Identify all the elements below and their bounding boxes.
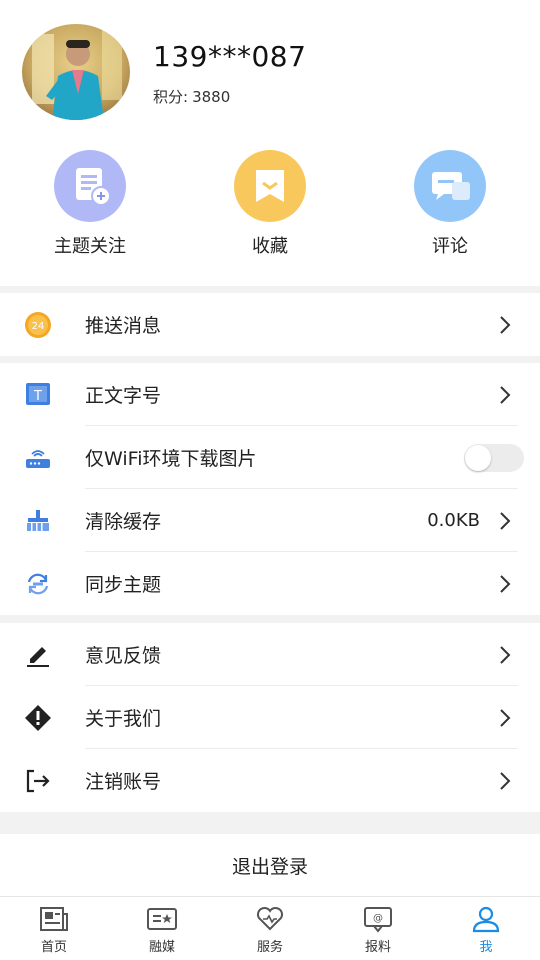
chevron-right-icon [500, 645, 511, 664]
tab-label: 服务 [256, 940, 283, 955]
tab-home[interactable]: 首页 [0, 897, 108, 960]
chevron-right-icon [500, 574, 511, 593]
sync-icon [24, 570, 52, 598]
menu-row-font-size[interactable]: T 正文字号 [0, 363, 540, 426]
avatar[interactable] [22, 24, 130, 120]
menu-label: 关于我们 [85, 708, 162, 730]
router-icon [24, 444, 52, 472]
menu-label: 意见反馈 [85, 645, 162, 667]
menu-row-deregister[interactable]: 注销账号 [0, 749, 540, 812]
menu-label: 推送消息 [85, 315, 162, 337]
menu-row-wifi-images: 仅WiFi环境下载图片 [0, 426, 540, 489]
pencil-icon [24, 641, 52, 669]
quick-action-label: 收藏 [252, 236, 288, 257]
svg-text:@: @ [373, 913, 383, 924]
cache-size: 0.0KB [427, 510, 480, 531]
menu-row-about[interactable]: 关于我们 [0, 686, 540, 749]
user-icon [472, 906, 500, 933]
exit-icon [24, 767, 52, 795]
user-phone: 139***087 [153, 40, 307, 73]
menu-row-clear-cache[interactable]: 清除缓存 0.0KB [0, 489, 540, 552]
toggle-knob [465, 444, 491, 471]
svg-text:T: T [33, 389, 42, 404]
menu-label: 清除缓存 [85, 511, 162, 533]
menu-row-sync-theme[interactable]: 同步主题 [0, 552, 540, 615]
tab-me[interactable]: 我 [432, 897, 540, 960]
section-settings: T 正文字号 仅WiFi环境下载图片 清除缓存 0.0KB 同步主题 [0, 363, 540, 615]
broom-icon [24, 507, 52, 535]
menu-row-push[interactable]: 24 推送消息 [0, 293, 540, 356]
topic-follow-icon [54, 150, 126, 222]
tab-label: 首页 [40, 940, 67, 955]
media-icon [147, 908, 177, 930]
quick-action-topic-follow[interactable]: 主题关注 [20, 150, 160, 258]
tab-label: 报料 [364, 940, 391, 955]
quick-action-label: 评论 [432, 236, 468, 257]
push-24-icon: 24 [24, 311, 52, 339]
quick-action-comment[interactable]: 评论 [380, 150, 520, 258]
chevron-right-icon [500, 771, 511, 790]
tab-media[interactable]: 融媒 [108, 897, 216, 960]
menu-label: 仅WiFi环境下载图片 [85, 448, 257, 470]
chevron-right-icon [500, 385, 511, 404]
tab-label: 融媒 [148, 940, 175, 955]
comment-icon [414, 150, 486, 222]
menu-label: 同步主题 [85, 574, 162, 596]
menu-label: 注销账号 [85, 771, 162, 793]
logout-label: 退出登录 [231, 855, 308, 878]
chevron-right-icon [500, 315, 511, 334]
chevron-right-icon [500, 708, 511, 727]
logout-button[interactable]: 退出登录 [0, 834, 540, 896]
tab-service[interactable]: 服务 [216, 897, 324, 960]
newspaper-icon [40, 907, 68, 931]
points: 积分: 3880 [153, 86, 234, 107]
report-icon: @ [364, 907, 392, 933]
menu-row-feedback[interactable]: 意见反馈 [0, 623, 540, 686]
section-about: 意见反馈 关于我们 注销账号 [0, 623, 540, 812]
font-size-icon: T [24, 381, 52, 409]
bookmark-icon [234, 150, 306, 222]
tab-label: 我 [479, 940, 493, 955]
info-diamond-icon [24, 704, 52, 732]
points-label: 积分: [153, 88, 189, 106]
heart-service-icon [256, 906, 284, 931]
tab-report[interactable]: @ 报料 [324, 897, 432, 960]
menu-label: 正文字号 [85, 385, 162, 407]
chevron-right-icon [500, 511, 511, 530]
points-value: 3880 [192, 88, 231, 106]
svg-text:24: 24 [32, 321, 45, 332]
section-push: 24 推送消息 [0, 293, 540, 356]
quick-action-label: 主题关注 [54, 236, 126, 257]
wifi-images-toggle[interactable] [464, 443, 524, 472]
bottom-tab-bar: 首页 融媒 服务 @ 报料 我 [0, 896, 540, 960]
quick-action-bookmark[interactable]: 收藏 [200, 150, 340, 258]
profile-header: 139***087 积分: 3880 主题关注 收藏 评论 [0, 0, 540, 286]
